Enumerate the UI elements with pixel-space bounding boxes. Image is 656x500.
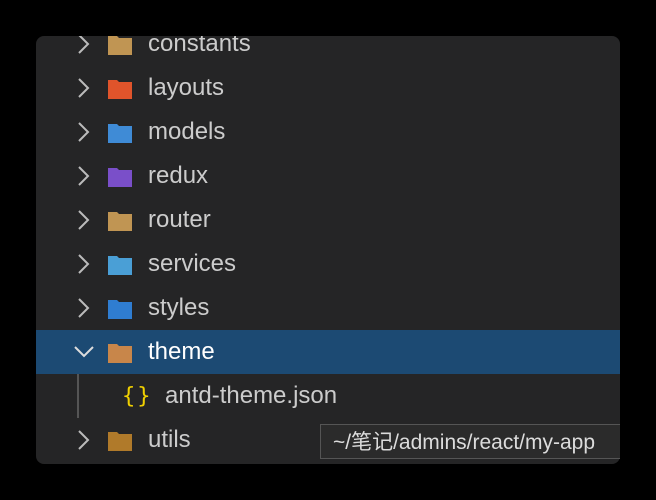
backdrop xyxy=(620,420,656,464)
chevron-right-icon[interactable] xyxy=(74,36,94,54)
folder-redux-icon xyxy=(108,165,134,187)
indent-guide xyxy=(77,374,79,418)
item-label: constants xyxy=(148,36,251,57)
folder-item[interactable]: theme xyxy=(36,330,620,374)
folder-icon xyxy=(108,209,134,231)
folder-item[interactable]: redux xyxy=(36,154,620,198)
folder-item[interactable]: router xyxy=(36,198,620,242)
file-explorer-panel: constants layouts models redux router se… xyxy=(36,36,620,464)
folder-styles-icon xyxy=(108,297,134,319)
file-item[interactable]: {} antd-theme.json xyxy=(36,374,620,418)
folder-utils-icon xyxy=(108,429,134,451)
item-label: theme xyxy=(148,338,215,365)
chevron-right-icon[interactable] xyxy=(74,210,94,230)
json-braces-icon: {} xyxy=(122,383,153,409)
folder-item[interactable]: constants xyxy=(36,36,620,66)
item-label: layouts xyxy=(148,74,225,101)
folder-item[interactable]: models xyxy=(36,110,620,154)
chevron-right-icon[interactable] xyxy=(74,254,94,274)
chevron-right-icon[interactable] xyxy=(74,166,94,186)
chevron-right-icon[interactable] xyxy=(74,298,94,318)
item-label: utils xyxy=(148,426,191,453)
item-label: services xyxy=(148,250,237,277)
folder-item[interactable]: styles xyxy=(36,286,620,330)
folder-icon xyxy=(108,36,134,55)
item-label: antd-theme.json xyxy=(165,382,338,409)
folder-models-icon xyxy=(108,121,134,143)
chevron-right-icon[interactable] xyxy=(74,78,94,98)
folder-item[interactable]: layouts xyxy=(36,66,620,110)
chevron-down-icon[interactable] xyxy=(74,342,94,362)
folder-services-icon xyxy=(108,253,134,275)
item-label: redux xyxy=(148,162,209,189)
folder-item[interactable]: services xyxy=(36,242,620,286)
chevron-right-icon[interactable] xyxy=(74,430,94,450)
item-label: router xyxy=(148,206,211,233)
chevron-right-icon[interactable] xyxy=(74,122,94,142)
item-label: styles xyxy=(148,294,210,321)
item-label: models xyxy=(148,118,226,145)
file-tree: constants layouts models redux router se… xyxy=(36,36,620,462)
folder-layout-icon xyxy=(108,77,134,99)
folder-theme-icon xyxy=(108,341,134,363)
path-tooltip: ~/笔记/admins/react/my-app xyxy=(320,424,640,459)
